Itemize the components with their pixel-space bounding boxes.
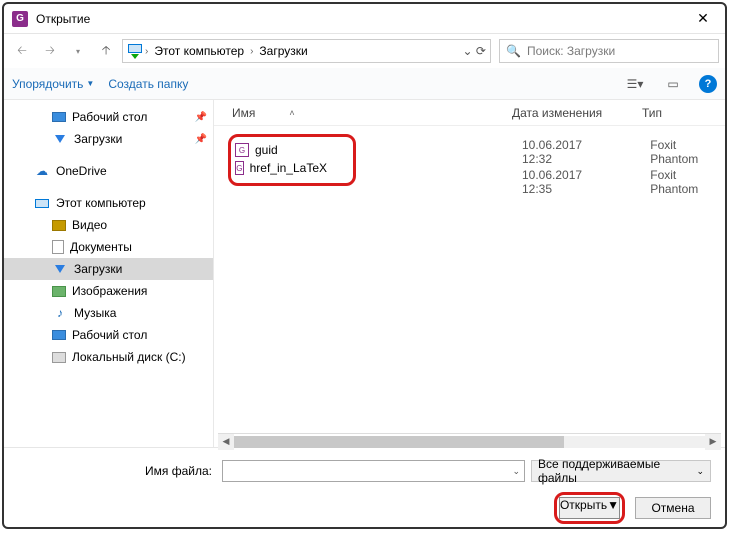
preview-pane-button[interactable]: ▭ [661,72,685,96]
crumb-current[interactable]: Загрузки [255,44,311,58]
file-date: 10.06.2017 12:35 [522,168,612,196]
scroll-thumb[interactable] [234,436,564,448]
close-button[interactable]: ✕ [683,5,723,33]
files-area[interactable]: G guid G href_in_LaTeX 10.06.2017 12:32 … [214,126,725,194]
desktop-icon [52,330,66,340]
filetype-filter[interactable]: Все поддерживаемые файлы⌄ [531,460,711,482]
sidebar-item-downloads-qa[interactable]: Загрузки📌 [4,128,213,150]
file-name: href_in_LaTeX [250,161,327,175]
music-icon: ♪ [52,305,68,321]
filename-input[interactable]: ⌄ [222,460,525,482]
column-headers: Имя˄ Дата изменения Тип [214,100,725,126]
desktop-icon [52,112,66,122]
pc-icon [127,44,143,58]
document-icon [52,240,64,254]
app-icon: G [12,11,28,27]
file-date: 10.06.2017 12:32 [522,138,612,166]
sidebar-item-downloads[interactable]: Загрузки [4,258,213,280]
pictures-icon [52,286,66,297]
column-date[interactable]: Дата изменения [512,106,642,120]
chevron-right-icon: › [250,46,253,57]
file-name: guid [255,143,278,157]
scroll-right-button[interactable]: ▶ [705,434,721,450]
body: Рабочий стол📌 Загрузки📌 ☁OneDrive Этот к… [4,100,725,447]
sidebar-item-music[interactable]: ♪Музыка [4,302,213,324]
file-pane: Имя˄ Дата изменения Тип G guid G href_in… [214,100,725,447]
footer: Имя файла: ⌄ Все поддерживаемые файлы⌄ О… [4,447,725,527]
sidebar-item-onedrive[interactable]: ☁OneDrive [4,160,213,182]
dialog-window: G Открытие ✕ 🡠 🡢 ▾ 🡡 › Этот компьютер › … [2,2,727,529]
up-button[interactable]: 🡡 [94,39,118,63]
open-dropdown[interactable]: ▼ [607,498,619,518]
search-icon: 🔍 [506,44,521,58]
sort-indicator-icon: ˄ [289,108,294,118]
pdf-icon: G [235,161,244,175]
sidebar-item-this-pc[interactable]: Этот компьютер [4,192,213,214]
organize-button[interactable]: Упорядочить▼ [12,77,94,91]
filename-label: Имя файла: [18,464,216,478]
scroll-track[interactable] [234,436,705,448]
sidebar: Рабочий стол📌 Загрузки📌 ☁OneDrive Этот к… [4,100,214,447]
horizontal-scrollbar[interactable]: ◀ ▶ [218,433,721,449]
onedrive-icon: ☁ [34,163,50,179]
search-input[interactable]: 🔍 Поиск: Загрузки [499,39,719,63]
highlight-box: G guid G href_in_LaTeX [228,134,356,186]
sidebar-item-documents[interactable]: Документы [4,236,213,258]
column-type[interactable]: Тип [642,106,725,120]
pc-icon [34,195,50,211]
sidebar-item-desktop-qa[interactable]: Рабочий стол📌 [4,106,213,128]
search-placeholder: Поиск: Загрузки [527,44,615,58]
download-icon [52,131,68,147]
open-button[interactable]: Открыть ▼ [559,497,620,519]
window-title: Открытие [36,12,683,26]
nav-row: 🡠 🡢 ▾ 🡡 › Этот компьютер › Загрузки ⌄ ⟳ … [4,34,725,68]
pin-icon: 📌 [195,134,207,145]
new-folder-button[interactable]: Создать папку [108,77,188,91]
recent-dropdown[interactable]: ▾ [66,39,90,63]
download-icon [52,261,68,277]
file-type: Foxit Phantom [650,168,725,196]
crumb-pc[interactable]: Этот компьютер [150,44,248,58]
sidebar-item-desktop[interactable]: Рабочий стол [4,324,213,346]
file-meta: 10.06.2017 12:32 10.06.2017 12:35 Foxit … [522,138,725,196]
highlight-box: Открыть ▼ [554,492,625,524]
video-icon [52,220,66,231]
titlebar: G Открытие ✕ [4,4,725,34]
cancel-button[interactable]: Отмена [635,497,711,519]
chevron-down-icon: ⌄ [512,466,520,477]
sidebar-item-local-disk[interactable]: Локальный диск (C:) [4,346,213,368]
chevron-down-icon: ⌄ [696,466,704,477]
file-item[interactable]: G guid [235,141,327,159]
scroll-left-button[interactable]: ◀ [218,434,234,450]
breadcrumb-dropdown[interactable]: ⌄ ⟳ [463,44,486,58]
sidebar-item-video[interactable]: Видео [4,214,213,236]
help-button[interactable]: ? [699,75,717,93]
sidebar-item-pictures[interactable]: Изображения [4,280,213,302]
forward-button[interactable]: 🡢 [38,39,62,63]
toolbar: Упорядочить▼ Создать папку ☰▾ ▭ ? [4,68,725,100]
breadcrumb[interactable]: › Этот компьютер › Загрузки ⌄ ⟳ [122,39,491,63]
pdf-icon: G [235,143,249,157]
disk-icon [52,352,66,363]
file-item[interactable]: G href_in_LaTeX [235,159,327,177]
chevron-right-icon: › [145,46,148,57]
file-type: Foxit Phantom [650,138,725,166]
back-button[interactable]: 🡠 [10,39,34,63]
column-name[interactable]: Имя˄ [232,106,512,120]
view-options-button[interactable]: ☰▾ [623,72,647,96]
pin-icon: 📌 [195,112,207,123]
